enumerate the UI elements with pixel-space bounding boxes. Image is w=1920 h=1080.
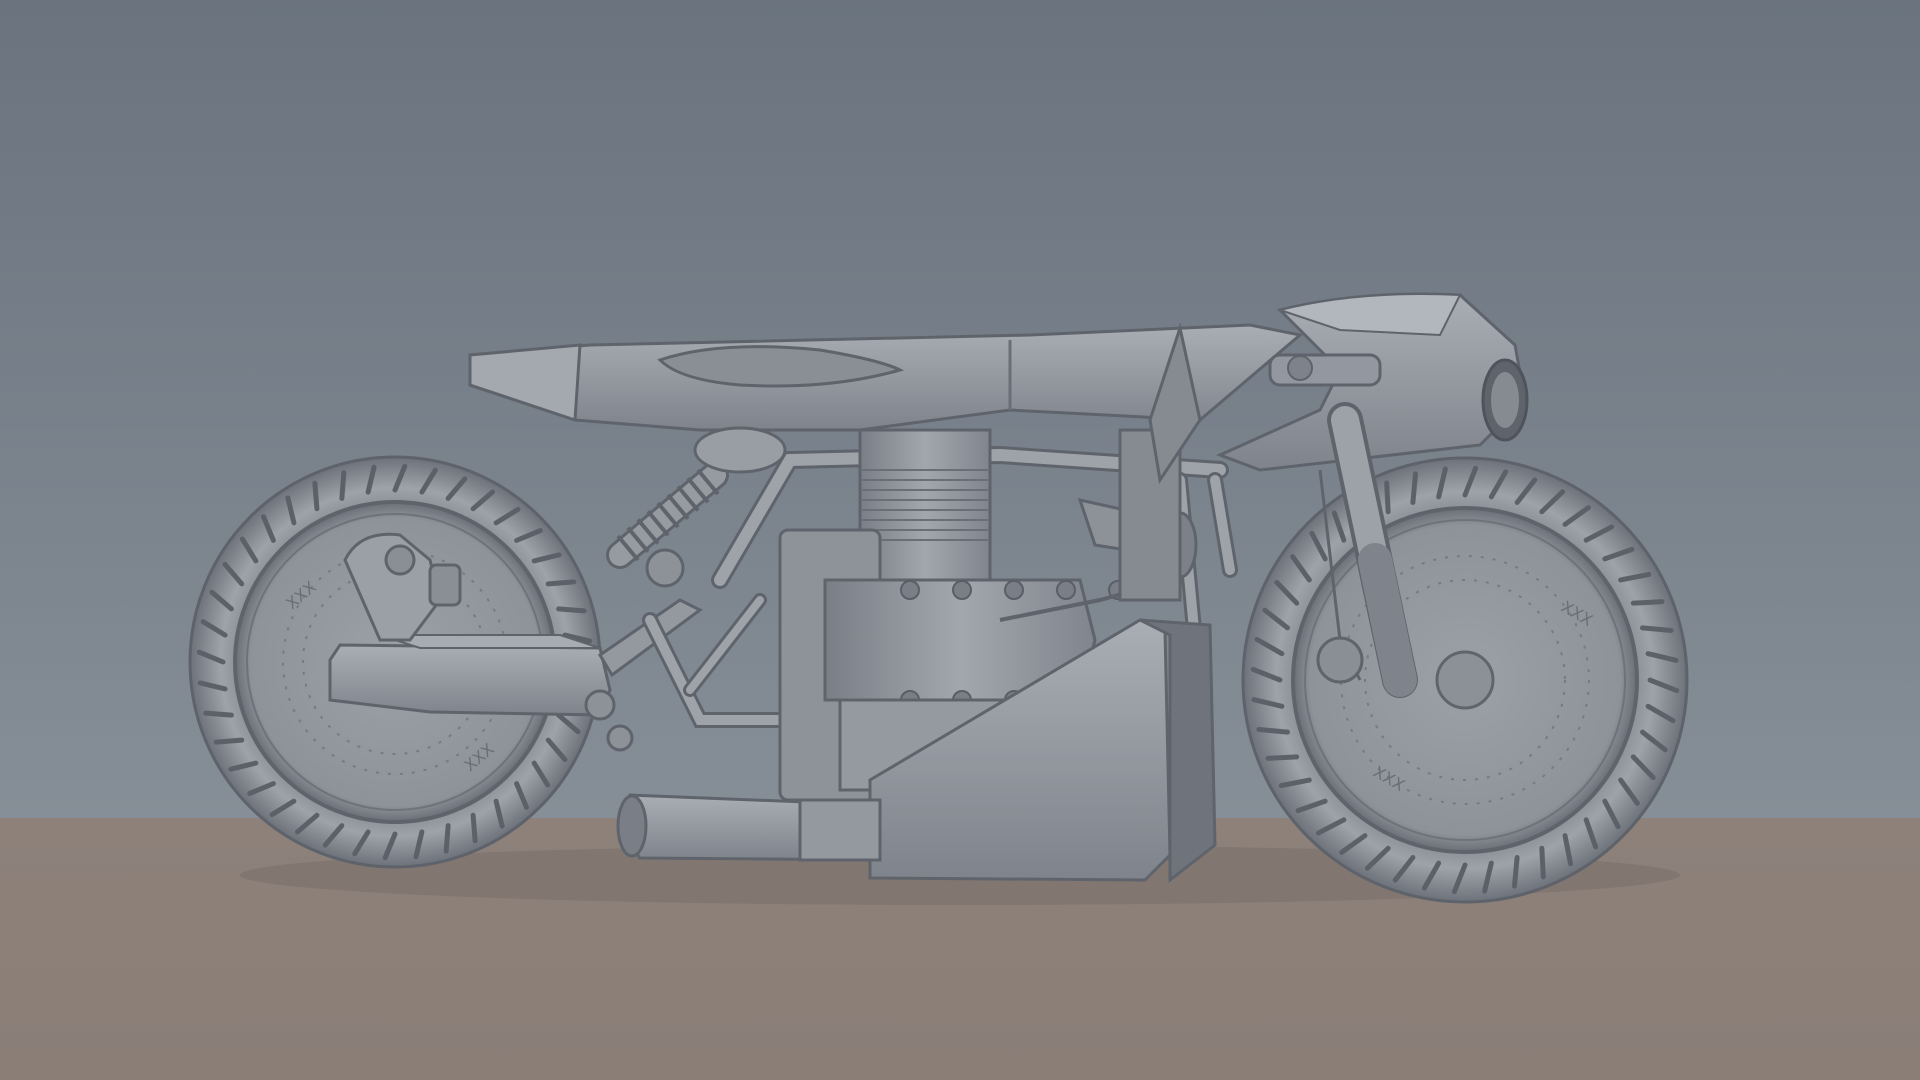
tread-groove [1539,845,1546,880]
tread-groove [443,823,451,854]
tread-groove [1410,471,1419,505]
tread-groove [213,737,245,745]
front-wheel: XXX XXX [1241,456,1689,904]
viewport-3d: XXX XXX XXX XXX [0,0,1920,1080]
render-canvas: XXX XXX XXX XXX [0,0,1920,1080]
tread-groove [339,470,347,501]
tread-groove [556,606,587,614]
exhaust [616,793,882,862]
tread-groove [312,480,320,512]
tread-groove [545,579,577,587]
engine-bolt [1004,580,1024,600]
engine-bolt [900,580,920,600]
tread-groove [1640,625,1674,634]
tread-groove [470,812,478,844]
tread-groove [203,710,234,718]
tread-groove [1256,726,1290,735]
tread-groove [1630,599,1665,606]
tread-groove [1384,480,1391,515]
tread-groove [1265,754,1300,761]
tread-groove [1511,855,1520,889]
engine-bolt [1056,580,1076,600]
engine-bolt [952,580,972,600]
